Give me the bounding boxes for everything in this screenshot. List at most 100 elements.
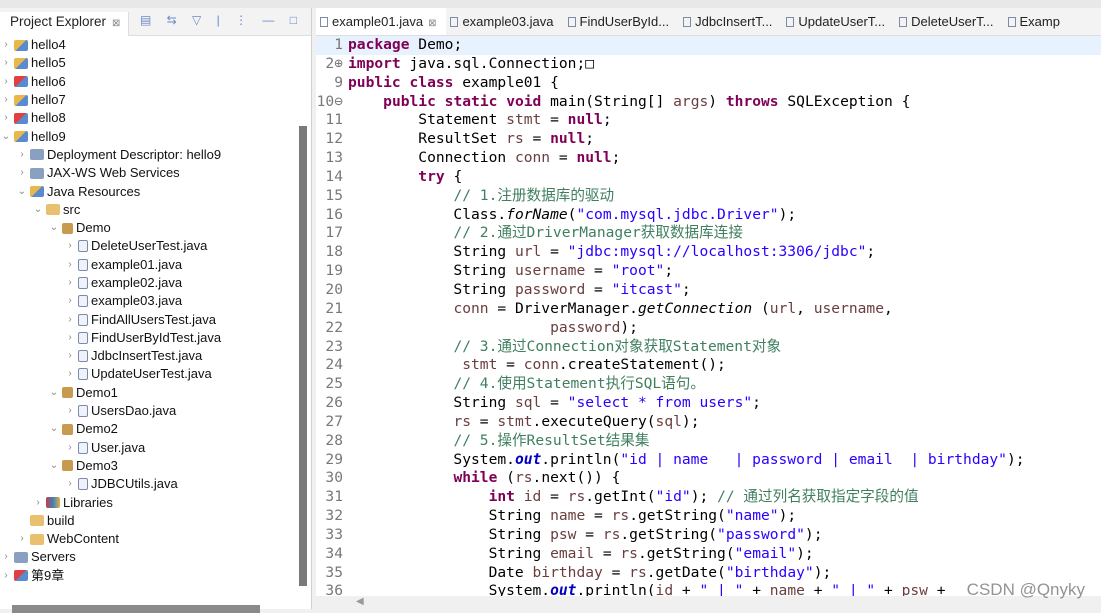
chevron-right-icon[interactable]: › — [0, 548, 12, 566]
java-file-icon — [78, 350, 88, 363]
chevron-down-icon[interactable]: ⌄ — [32, 201, 44, 219]
tree-item[interactable]: › UsersDao.java — [0, 402, 298, 420]
editor-tab[interactable]: DeleteUserT... — [895, 8, 1003, 35]
code-token: example01 { — [453, 73, 559, 91]
tree-item[interactable]: › JAX-WS Web Services — [0, 164, 298, 182]
code-token: void — [506, 92, 542, 110]
code-token: = — [594, 544, 621, 562]
tree-item[interactable]: › JDBCUtils.java — [0, 475, 298, 493]
chevron-down-icon[interactable]: ⌄ — [48, 219, 60, 237]
code-token: Connection — [348, 149, 515, 167]
tree-item-label: JdbcInsertTest.java — [91, 348, 203, 364]
chevron-down-icon[interactable]: ⌄ — [48, 420, 60, 438]
chevron-right-icon[interactable]: › — [64, 274, 76, 292]
chevron-right-icon[interactable]: › — [0, 91, 12, 109]
tree-item[interactable]: › example01.java — [0, 256, 298, 274]
code-token: username — [514, 262, 586, 280]
tree-item[interactable]: › hello5 — [0, 54, 298, 72]
editor-tab[interactable]: JdbcInsertT... — [679, 8, 782, 35]
code-line: 19 String username = "root"; — [316, 262, 1101, 281]
tree-item[interactable]: › FindUserByIdTest.java — [0, 329, 298, 347]
tree-item[interactable]: › hello6 — [0, 73, 298, 91]
code-token: Class. — [348, 205, 507, 223]
chevron-right-icon[interactable]: › — [64, 365, 76, 383]
tree-item[interactable]: › WebContent — [0, 530, 298, 548]
chevron-right-icon[interactable]: › — [64, 311, 76, 329]
code-token: rs — [611, 507, 630, 525]
tree-item[interactable]: › Libraries — [0, 493, 298, 511]
code-token: static — [444, 92, 498, 110]
tree-item[interactable]: ⌄ Demo2 — [0, 420, 298, 438]
chevron-right-icon[interactable]: › — [32, 494, 44, 512]
project-icon — [14, 131, 28, 143]
code-token: "select * from users" — [567, 394, 753, 412]
chevron-right-icon[interactable]: › — [64, 347, 76, 365]
close-icon[interactable]: ⊠ — [112, 18, 120, 29]
vertical-scrollbar[interactable] — [299, 126, 307, 586]
close-icon[interactable]: ⊠ — [428, 18, 436, 29]
code-token: ); — [804, 525, 823, 543]
tree-item[interactable]: ⌄ Demo3 — [0, 457, 298, 475]
tab-project-explorer[interactable]: Project Explorer ⊠ — [0, 12, 130, 36]
chevron-right-icon[interactable]: › — [16, 146, 28, 164]
chevron-right-icon[interactable]: › — [64, 439, 76, 457]
chevron-down-icon[interactable]: ⌄ — [16, 183, 28, 201]
tree-item[interactable]: › Deployment Descriptor: hello9 — [0, 146, 298, 164]
tree-item[interactable]: › DeleteUserTest.java — [0, 237, 298, 255]
tree-item[interactable]: ⌄ src — [0, 201, 298, 219]
tree-item[interactable]: › hello7 — [0, 91, 298, 109]
chevron-right-icon[interactable]: › — [64, 329, 76, 347]
tree-item[interactable]: ⌄ Java Resources — [0, 182, 298, 200]
chevron-right-icon[interactable]: › — [16, 530, 28, 548]
tree-item[interactable]: ⌄ Demo1 — [0, 384, 298, 402]
tree-item[interactable]: › hello4 — [0, 36, 298, 54]
code-line: 21 conn = DriverManager.getConnection (u… — [316, 300, 1101, 319]
editor-tab[interactable]: UpdateUserT... — [782, 8, 895, 35]
code-token: .getString( — [629, 507, 726, 525]
tree-item[interactable]: build — [0, 512, 298, 530]
chevron-right-icon[interactable]: › — [0, 567, 12, 585]
chevron-right-icon[interactable]: › — [64, 237, 76, 255]
tree-item[interactable]: › Servers — [0, 548, 298, 566]
code-area[interactable]: 1 package Demo; 2⊕ import java.sql.Connecti… — [316, 36, 1101, 596]
tree-item[interactable]: › JdbcInsertTest.java — [0, 347, 298, 365]
tree-item[interactable]: › example02.java — [0, 274, 298, 292]
chevron-down-icon[interactable]: ⌄ — [48, 457, 60, 475]
horizontal-scrollbar[interactable] — [12, 605, 260, 613]
chevron-right-icon[interactable]: › — [64, 256, 76, 274]
chevron-down-icon[interactable]: ⌄ — [48, 384, 60, 402]
code-token: System. — [348, 450, 515, 468]
explorer-toolbar-icons[interactable]: ▤ ⇆ ▽ | ⋮ — □ — [140, 13, 303, 27]
editor-tab[interactable]: example01.java ⊠ — [316, 8, 447, 35]
chevron-right-icon[interactable]: › — [0, 54, 12, 72]
tree-item[interactable]: ⌄ Demo — [0, 219, 298, 237]
editor-tab[interactable]: example03.java — [446, 8, 563, 35]
code-line: 10⊖ public static void main(String[] arg… — [316, 93, 1101, 112]
chevron-right-icon[interactable]: › — [64, 402, 76, 420]
chevron-right-icon[interactable]: › — [0, 109, 12, 127]
main-toolbar[interactable] — [0, 0, 1101, 8]
tree-item[interactable]: › hello8 — [0, 109, 298, 127]
tree-item[interactable]: › example03.java — [0, 292, 298, 310]
tree-item[interactable]: › FindAllUsersTest.java — [0, 310, 298, 328]
chevron-right-icon[interactable]: › — [64, 292, 76, 310]
chevron-right-icon[interactable]: › — [16, 164, 28, 182]
tab-label: Examp — [1019, 14, 1060, 29]
editor-tab[interactable]: Examp — [1004, 8, 1070, 35]
chevron-right-icon[interactable]: › — [64, 475, 76, 493]
editor-tab[interactable]: FindUserById... — [564, 8, 680, 35]
tree-item[interactable]: › 第9章 — [0, 567, 298, 585]
code-line: 22 password); — [316, 319, 1101, 338]
tree-item[interactable]: › UpdateUserTest.java — [0, 365, 298, 383]
code-token: String — [348, 394, 515, 412]
chevron-right-icon[interactable]: › — [0, 36, 12, 54]
chevron-down-icon[interactable]: ⌄ — [0, 128, 12, 146]
tree-item[interactable]: ⌄ hello9 — [0, 127, 298, 145]
tree-item[interactable]: › User.java — [0, 439, 298, 457]
chevron-right-icon[interactable]: › — [0, 73, 12, 91]
code-token: .createStatement(); — [558, 356, 726, 374]
code-line: 20 String password = "itcast"; — [316, 281, 1101, 300]
